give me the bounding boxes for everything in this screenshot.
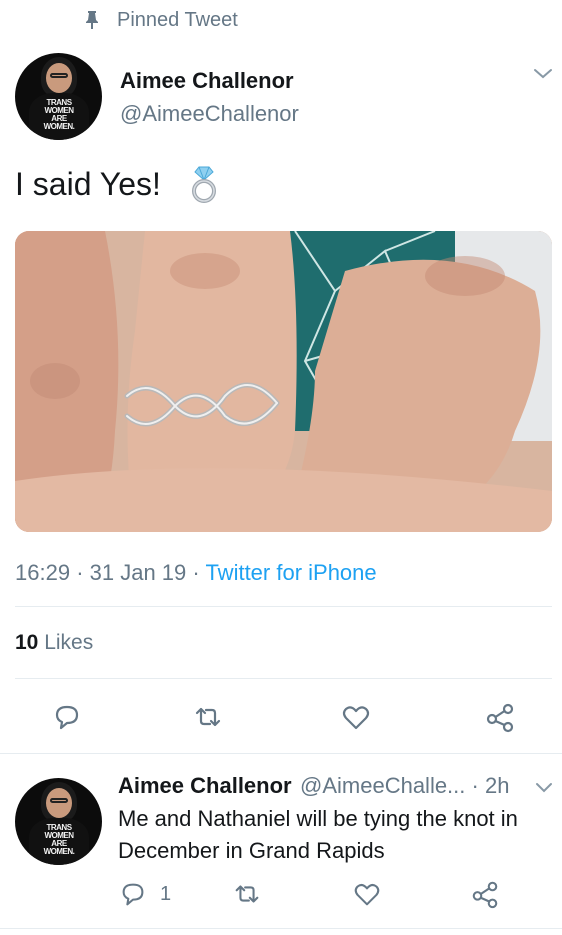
retweet-icon[interactable]	[192, 701, 224, 733]
tweet-time: 16:29	[15, 560, 71, 585]
reply-icon[interactable]	[51, 701, 83, 733]
likes-stat[interactable]: 10 Likes	[15, 631, 93, 655]
tweet-source-link[interactable]: Twitter for iPhone	[205, 560, 376, 585]
tweet-text: I said Yes!	[15, 166, 161, 202]
meta-separator: ·	[192, 560, 200, 585]
like-icon[interactable]	[340, 701, 372, 733]
avatar-shirt-text: WOMEN.	[43, 122, 75, 131]
reply-text: Me and Nathaniel will be tying the knot …	[118, 806, 518, 863]
avatar[interactable]: TRANS WOMEN ARE WOMEN.	[15, 53, 102, 140]
divider	[15, 606, 552, 607]
reply-author-handle: @AimeeChalle... · 2h	[300, 773, 509, 799]
share-icon[interactable]	[470, 879, 500, 909]
tweet-meta: 16:29 · 31 Jan 19 · Twitter for iPhone	[15, 560, 377, 586]
divider	[0, 753, 562, 754]
pin-icon	[86, 11, 98, 29]
divider	[0, 928, 562, 929]
tweet-date: 31 Jan 19	[89, 560, 187, 585]
pinned-tweet-label: Pinned Tweet	[117, 9, 238, 31]
retweet-icon[interactable]	[232, 879, 262, 909]
tweet-photo[interactable]	[15, 231, 552, 532]
reply-time: 2h	[484, 773, 510, 798]
likes-count: 10	[15, 631, 39, 654]
meta-separator: ·	[471, 773, 479, 798]
avatar-shirt-text: WOMEN.	[43, 847, 75, 856]
reply-author-name[interactable]: Aimee Challenor	[118, 773, 292, 799]
reply-count: 1	[160, 883, 172, 905]
like-icon[interactable]	[352, 879, 382, 909]
author-handle[interactable]: @AimeeChallenor	[120, 101, 299, 127]
likes-label: Likes	[44, 631, 94, 654]
author-name[interactable]: Aimee Challenor	[120, 68, 294, 94]
chevron-down-icon[interactable]	[532, 66, 554, 82]
share-icon[interactable]	[484, 701, 516, 733]
reply-handle-text[interactable]: @AimeeChalle...	[300, 773, 465, 798]
reply-avatar[interactable]: TRANS WOMEN ARE WOMEN.	[15, 778, 102, 865]
ring-emoji	[192, 166, 216, 203]
divider	[15, 678, 552, 679]
reply-icon[interactable]	[118, 879, 148, 909]
chevron-down-icon[interactable]	[535, 781, 553, 795]
meta-separator: ·	[76, 560, 84, 585]
